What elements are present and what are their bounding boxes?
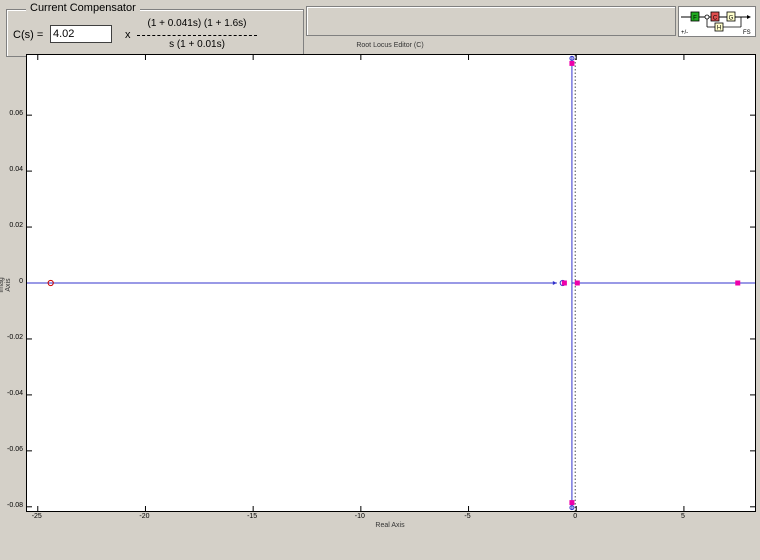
y-tick-label: -0.04 — [7, 389, 23, 397]
sign-label: +/- — [681, 30, 688, 36]
plot-title: Root Locus Editor (C) — [356, 42, 424, 49]
block-f-label: F — [693, 16, 697, 22]
closed-loop-pole — [569, 500, 575, 506]
fraction-line — [137, 35, 257, 36]
closed-loop-pole — [561, 280, 567, 286]
loop-diagram-icon: F C G H +/- FS — [681, 11, 751, 36]
closed-loop-pole — [735, 280, 741, 286]
closed-loop-pole — [574, 280, 580, 286]
numerator-text[interactable]: (1 + 0.041s) (1 + 1.6s) — [136, 18, 258, 29]
block-c-label: C — [713, 16, 718, 22]
gain-input[interactable] — [50, 25, 112, 43]
locus-arrow — [552, 281, 557, 285]
x-tick-label: 5 — [680, 513, 685, 520]
closed-loop-pole — [569, 60, 575, 66]
block-g-label: G — [729, 16, 734, 22]
toolbar-strip — [306, 6, 676, 36]
y-tick-label: -0.02 — [7, 333, 23, 341]
x-tick-label: -10 — [354, 513, 365, 520]
root-locus-plot[interactable] — [26, 54, 756, 512]
x-tick-label: 0 — [573, 513, 578, 520]
y-tick-label: -0.06 — [7, 445, 23, 453]
denominator-text[interactable]: s (1 + 0.01s) — [136, 39, 258, 50]
y-tick-label: -0.08 — [7, 501, 23, 509]
x-tick-label: -20 — [139, 513, 150, 520]
y-tick-label: 0.04 — [9, 166, 23, 174]
compensator-title: Current Compensator — [26, 2, 140, 14]
y-tick-label: 0.06 — [9, 110, 23, 118]
x-axis-label: Real Axis — [375, 522, 405, 529]
block-h-label: H — [717, 26, 721, 32]
loop-diagram-button[interactable]: F C G H +/- FS — [678, 6, 756, 37]
fs-label: FS — [743, 30, 751, 36]
y-tick-label: 0.02 — [9, 222, 23, 230]
x-tick-label: -15 — [247, 513, 258, 520]
root-locus-svg[interactable] — [27, 55, 755, 511]
x-tick-label: -25 — [31, 513, 42, 520]
times-sign: x — [125, 29, 131, 41]
cs-label: C(s) = — [13, 29, 44, 41]
x-tick-label: -5 — [464, 513, 471, 520]
y-axis-label: Imag Axis — [0, 277, 12, 293]
